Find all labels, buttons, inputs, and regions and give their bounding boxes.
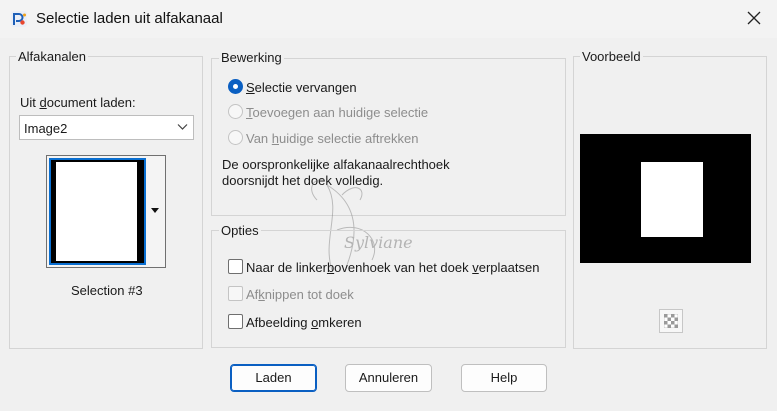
checkerboard-icon — [664, 314, 678, 328]
opt-text2: erplaatsen — [478, 260, 540, 275]
opt-pre: Afbeelding — [246, 315, 312, 330]
opt-text: mkeren — [318, 315, 362, 330]
opt-pre: Naar de linker — [246, 260, 327, 275]
paintshop-app-icon — [11, 11, 27, 27]
document-select[interactable]: Image2 — [19, 115, 194, 140]
document-label-post: ocument laden: — [46, 95, 136, 110]
document-select-value: Image2 — [24, 121, 68, 136]
radio-toevoegen[interactable] — [228, 104, 243, 119]
cancel-button[interactable]: Annuleren — [345, 364, 432, 392]
dropdown-arrow-icon[interactable] — [151, 208, 159, 214]
load-button[interactable]: Laden — [230, 364, 317, 392]
radio-aftrekken[interactable] — [228, 130, 243, 145]
preview-selection — [641, 162, 703, 237]
radio-selectie-vervangen[interactable] — [228, 79, 243, 94]
thumbnail-image — [49, 158, 146, 265]
opt-pre: Af — [246, 287, 259, 302]
checkbox-move-topleft[interactable] — [228, 259, 243, 274]
option-text: uidige selectie aftrekken — [279, 131, 419, 146]
title-bar: Selectie laden uit alfakanaal — [0, 0, 777, 38]
radio-selectie-vervangen-label[interactable]: Selectie vervangen — [246, 80, 357, 95]
accel-s: S — [246, 80, 255, 95]
checkbox-invert[interactable] — [228, 314, 243, 329]
document-label-accel: d — [39, 95, 47, 110]
transparency-toggle-button[interactable] — [659, 309, 683, 333]
option-pre: Van — [246, 131, 272, 146]
preview-canvas — [580, 134, 751, 263]
checkbox-invert-label[interactable]: Afbeelding omkeren — [246, 315, 362, 330]
accel-h: h — [271, 131, 280, 146]
option-text: electie vervangen — [254, 80, 357, 95]
voorbeeld-label: Voorbeeld — [580, 49, 643, 64]
document-label-pre: Uit — [20, 95, 40, 110]
thumbnail-selection — [56, 162, 137, 261]
selection-caption: Selection #3 — [71, 283, 143, 298]
bewerking-label: Bewerking — [219, 50, 284, 65]
option-text: oevoegen aan huidige selectie — [252, 105, 429, 120]
checkbox-clip[interactable] — [228, 286, 243, 301]
alfakanalen-label: Alfakanalen — [16, 49, 88, 64]
chevron-down-icon — [177, 124, 188, 130]
checkbox-move-topleft-label[interactable]: Naar de linkerbovenhoek van het doek ver… — [246, 260, 539, 275]
opt-text: nippen tot doek — [264, 287, 354, 302]
radio-aftrekken-label[interactable]: Van huidige selectie aftrekken — [246, 131, 419, 146]
help-button[interactable]: Help — [461, 364, 547, 392]
opties-label: Opties — [219, 223, 261, 238]
window-title: Selectie laden uit alfakanaal — [36, 10, 223, 27]
alpha-channel-thumbnail[interactable] — [46, 155, 166, 268]
document-label: Uit document laden: — [20, 95, 136, 110]
close-icon — [747, 11, 761, 25]
close-button[interactable] — [731, 0, 777, 36]
checkbox-clip-label[interactable]: Afknippen tot doek — [246, 287, 354, 302]
opt-text: ovenhoek van het doek — [334, 260, 473, 275]
radio-toevoegen-label[interactable]: Toevoegen aan huidige selectie — [246, 105, 428, 120]
